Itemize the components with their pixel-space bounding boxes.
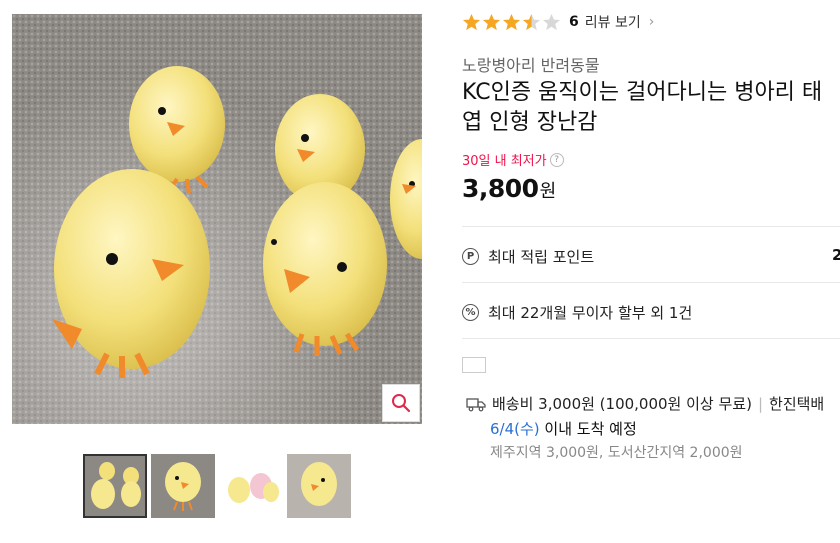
point-icon: P xyxy=(462,248,479,265)
help-icon[interactable]: ? xyxy=(549,152,564,167)
seller-name[interactable]: 노랑병아리 반려동물 xyxy=(462,52,600,76)
thumbnail-1[interactable] xyxy=(83,454,147,518)
star-full-icon xyxy=(462,13,481,30)
price-unit: 원 xyxy=(539,181,557,202)
thumbnail-1-image xyxy=(85,456,145,516)
star-half-icon xyxy=(522,13,541,30)
max-points-label: 최대 적립 포인트 xyxy=(488,248,595,266)
divider xyxy=(462,226,840,227)
thumbnail-2[interactable] xyxy=(151,454,215,518)
percent-icon: % xyxy=(462,304,479,321)
extra-shipping-fees: 제주지역 3,000원, 도서산간지역 2,000원 xyxy=(490,445,743,461)
thumbnail-4-image xyxy=(287,454,351,518)
star-empty-icon xyxy=(542,13,561,30)
max-points-value: 2 xyxy=(832,246,840,264)
zoom-button[interactable] xyxy=(382,384,420,422)
badge-placeholder xyxy=(462,357,486,373)
lowest-price-label-row: 30일 내 최저가 ? xyxy=(462,150,564,169)
product-title: KC인증 움직이는 걸어다니는 병아리 태엽 인형 장난감 xyxy=(462,80,823,135)
review-count: 6 xyxy=(569,14,579,30)
shipping-row: 배송비 3,000원 (100,000원 이상 무료) | 한진택배 xyxy=(466,393,824,414)
lowest-price-label: 30일 내 최저가 xyxy=(462,154,547,169)
separator: | xyxy=(757,394,764,413)
review-link[interactable]: 리뷰 보기 xyxy=(585,12,641,32)
arrival-date: 6/4(수) xyxy=(490,420,540,438)
truck-icon xyxy=(466,397,486,411)
installment-row[interactable]: % 최대 22개월 무이자 할부 외 1건 xyxy=(462,302,692,323)
thumbnail-3[interactable] xyxy=(219,454,283,518)
star-rating xyxy=(462,13,561,32)
chevron-right-icon: › xyxy=(648,14,655,30)
thumbnail-list xyxy=(83,454,351,518)
chick-photo xyxy=(12,14,422,424)
star-full-icon xyxy=(502,13,521,30)
arrival-text: 이내 도착 예정 xyxy=(539,420,637,438)
divider xyxy=(462,282,840,283)
thumbnail-4[interactable] xyxy=(287,454,351,518)
installment-label: 최대 22개월 무이자 할부 외 1건 xyxy=(488,304,693,322)
thumbnail-3-image xyxy=(219,454,283,518)
main-product-image[interactable] xyxy=(12,14,422,424)
divider xyxy=(462,338,840,339)
max-points-row[interactable]: P 최대 적립 포인트 xyxy=(462,246,594,267)
price-value: 3,800 xyxy=(462,174,539,203)
magnifier-icon xyxy=(392,394,411,413)
carrier-name: 한진택배 xyxy=(769,395,825,413)
shipping-fee: 배송비 3,000원 (100,000원 이상 무료) xyxy=(492,395,752,413)
star-full-icon xyxy=(482,13,501,30)
arrival-estimate: 6/4(수) 이내 도착 예정 xyxy=(490,418,637,439)
thumbnail-2-image xyxy=(151,454,215,518)
rating-row[interactable]: 6 리뷰 보기 › xyxy=(462,12,654,32)
price: 3,800원 xyxy=(462,174,556,203)
